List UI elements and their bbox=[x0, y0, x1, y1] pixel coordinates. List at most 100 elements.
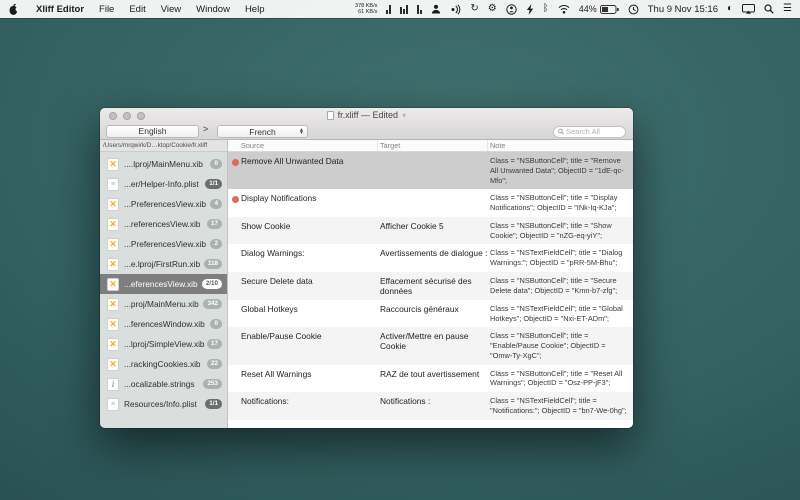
window-content: /Users/mrqwirk/D…ktop/Cookie/fr.xliff ✕.… bbox=[100, 140, 633, 428]
menu-bar-clock[interactable]: Thu 9 Nov 15:16 bbox=[648, 4, 718, 15]
target-language-popup[interactable]: French ▲▼ bbox=[217, 125, 308, 138]
file-name-label: ...lproj/SimpleView.xib bbox=[124, 339, 205, 349]
disk-meter-icon[interactable] bbox=[400, 4, 408, 14]
battery-icon bbox=[600, 5, 619, 14]
search-input[interactable] bbox=[566, 127, 621, 136]
sidebar-item-file[interactable]: i...ocalizable.strings253 bbox=[100, 374, 227, 394]
table-row[interactable]: Secure Delete dataEffacement sécurisé de… bbox=[228, 272, 633, 300]
search-icon bbox=[558, 128, 564, 135]
note-cell: Class = "NSButtonCell"; title = "Display… bbox=[488, 193, 633, 213]
gear-icon[interactable]: ⚙ bbox=[488, 4, 497, 14]
xib-file-icon: ✕ bbox=[107, 358, 119, 371]
spotlight-icon[interactable] bbox=[764, 4, 774, 14]
menu-help[interactable]: Help bbox=[245, 4, 265, 15]
cpu-meter-icon[interactable] bbox=[386, 4, 391, 14]
xib-file-icon: ✕ bbox=[107, 298, 119, 311]
source-language-button[interactable]: English bbox=[106, 125, 199, 138]
signal-icon[interactable] bbox=[450, 4, 461, 15]
translation-count-badge: 342 bbox=[203, 299, 222, 308]
target-language-label: French bbox=[249, 127, 275, 137]
target-cell: Raccourcis généraux bbox=[378, 304, 488, 324]
sidebar-item-file[interactable]: ≡Resources/Info.plist1/1 bbox=[100, 394, 227, 414]
column-header-target[interactable]: Target bbox=[378, 140, 488, 151]
translation-count-badge: 17 bbox=[207, 219, 222, 228]
table-row[interactable]: Display Notifications Class = "NSButtonCe… bbox=[228, 189, 633, 217]
table-row[interactable]: Show CookieAfficher Cookie 5Class = "NSB… bbox=[228, 217, 633, 245]
title-chevron-down-icon[interactable]: ∨ bbox=[402, 112, 406, 119]
network-meter-icon[interactable] bbox=[417, 4, 422, 14]
search-field[interactable] bbox=[553, 126, 626, 138]
menu-file[interactable]: File bbox=[99, 4, 114, 15]
file-path-bar: /Users/mrqwirk/D…ktop/Cookie/fr.xliff bbox=[100, 140, 227, 152]
column-header-note[interactable]: Note bbox=[488, 140, 633, 151]
source-cell: Enable/Pause Cookie bbox=[228, 331, 378, 360]
xib-file-icon: ✕ bbox=[107, 158, 119, 171]
translation-count-badge: 4 bbox=[210, 199, 222, 208]
translation-count-badge: 118 bbox=[204, 259, 222, 268]
xib-file-icon: ✕ bbox=[107, 238, 119, 251]
translation-count-badge: 17 bbox=[207, 339, 222, 348]
window-header: fr.xliff — Edited ∨ English > French ▲▼ bbox=[100, 108, 633, 140]
sidebar-item-file[interactable]: ✕...ferencesWindow.xib0 bbox=[100, 314, 227, 334]
table-row[interactable]: Enable/Pause CookieActiver/Mettre en pau… bbox=[228, 327, 633, 364]
power-icon[interactable] bbox=[526, 4, 534, 15]
battery-indicator[interactable]: 44% bbox=[579, 4, 619, 14]
user-icon[interactable] bbox=[431, 4, 441, 14]
source-cell: Global Hotkeys bbox=[228, 304, 378, 324]
sidebar-item-file-selected[interactable]: ✕...eferencesView.xib2/10 bbox=[100, 274, 227, 294]
source-cell: Dialog Warnings: bbox=[228, 248, 378, 268]
app-menu-title[interactable]: Xliff Editor bbox=[36, 4, 84, 15]
target-cell: Activer/Mettre en pause Cookie bbox=[378, 331, 488, 360]
note-cell: Class = "NSTextFieldCell"; title = "Dial… bbox=[488, 248, 633, 268]
note-cell: Class = "NSButtonCell"; title = "Show Co… bbox=[488, 221, 633, 241]
source-cell: Show Cookie bbox=[228, 221, 378, 241]
translation-count-badge: 0 bbox=[210, 319, 222, 328]
menu-window[interactable]: Window bbox=[196, 4, 230, 15]
table-row-selected[interactable]: Remove All Unwanted DataClass = "NSButto… bbox=[228, 152, 633, 189]
notification-center-icon[interactable]: ☰ bbox=[783, 4, 792, 14]
note-cell: Class = "NSButtonCell"; title = "Reset A… bbox=[488, 369, 633, 389]
wifi-icon[interactable] bbox=[558, 4, 570, 14]
table-row[interactable]: Notifications:Notifications :Class = "NS… bbox=[228, 392, 633, 420]
sidebar-item-file[interactable]: ✕....lproj/MainMenu.xib0 bbox=[100, 154, 227, 174]
xib-file-icon: ✕ bbox=[107, 338, 119, 351]
sidebar-item-file[interactable]: ✕...e.lproj/FirstRun.xib118 bbox=[100, 254, 227, 274]
sidebar-item-file[interactable]: ✕ ...lproj/SimpleView.xib17 bbox=[100, 334, 227, 354]
bluetooth-icon[interactable]: ᛒ bbox=[543, 4, 549, 14]
file-name-label: Resources/Info.plist bbox=[124, 399, 197, 409]
sidebar-item-file[interactable]: ✕...PreferencesView.xib2 bbox=[100, 234, 227, 254]
toolbar: English > French ▲▼ bbox=[100, 123, 633, 140]
translation-count-badge: 0 bbox=[210, 159, 222, 168]
table-row[interactable]: Dialog Warnings:Avertissements de dialog… bbox=[228, 244, 633, 272]
note-cell: Class = "NSButtonCell"; title = "Remove … bbox=[488, 156, 633, 185]
table-row[interactable]: Reset All WarningsRAZ de tout avertissem… bbox=[228, 365, 633, 393]
table-row[interactable]: Global HotkeysRaccourcis générauxClass =… bbox=[228, 300, 633, 328]
time-machine-icon[interactable] bbox=[628, 4, 639, 15]
menu-view[interactable]: View bbox=[161, 4, 181, 15]
sidebar-item-file[interactable]: ✕...rackingCookies.xib22 bbox=[100, 354, 227, 374]
table-body: Remove All Unwanted DataClass = "NSButto… bbox=[228, 152, 633, 420]
target-cell bbox=[378, 193, 488, 213]
sync-icon[interactable]: ↻ bbox=[470, 4, 478, 14]
menu-edit[interactable]: Edit bbox=[129, 4, 145, 15]
apple-menu-icon[interactable] bbox=[8, 3, 19, 16]
table-header: Source Target Note bbox=[228, 140, 633, 152]
airplay-display-icon[interactable] bbox=[742, 4, 755, 14]
popup-stepper-icon: ▲▼ bbox=[299, 126, 304, 137]
sidebar-item-file[interactable]: ✕...proj/MainMenu.xib342 bbox=[100, 294, 227, 314]
target-cell: Avertissements de dialogue : bbox=[378, 248, 488, 268]
desktop: Xliff Editor File Edit View Window Help … bbox=[0, 0, 800, 500]
sidebar-item-file[interactable]: ≡...er/Helper-Info.plist1/1 bbox=[100, 174, 227, 194]
document-icon bbox=[327, 111, 334, 120]
source-cell: Notifications: bbox=[228, 396, 378, 416]
column-header-source[interactable]: Source bbox=[228, 140, 378, 151]
sidebar-item-file[interactable]: ✕...PreferencesView.xib4 bbox=[100, 194, 227, 214]
night-shift-icon[interactable]: ◐ bbox=[727, 4, 733, 14]
network-speed-text[interactable]: 378 KB/s 61 KB/s bbox=[355, 3, 377, 16]
source-cell: Display Notifications bbox=[228, 193, 378, 213]
file-name-label: ...ferencesWindow.xib bbox=[124, 319, 205, 329]
language-direction-chevron-icon: > bbox=[203, 123, 208, 136]
file-name-label: ...er/Helper-Info.plist bbox=[124, 179, 199, 189]
sidebar-item-file[interactable]: ✕...referencesView.xib17 bbox=[100, 214, 227, 234]
hotspot-icon[interactable] bbox=[506, 4, 517, 15]
